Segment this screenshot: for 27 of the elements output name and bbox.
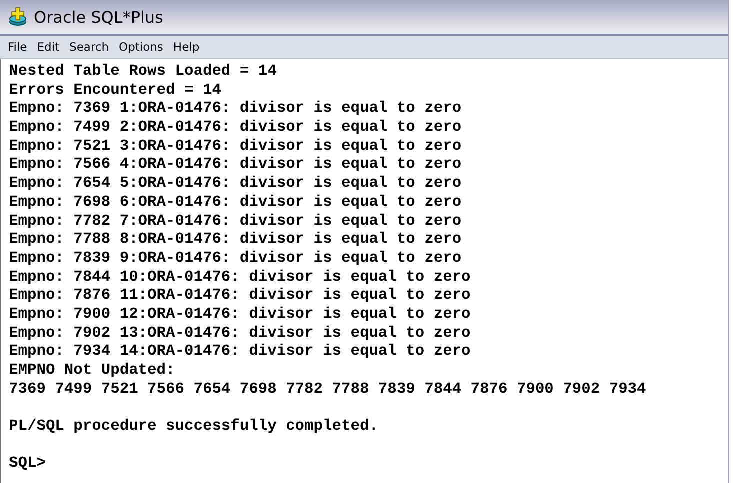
database-icon [8,7,28,27]
output-line: Empno: 7844 10:ORA-01476: divisor is equal to zero [9,268,471,286]
output-line: Empno: 7782 7:ORA-01476: divisor is equal to zero [9,212,462,230]
menu-item[interactable]: Help [173,40,200,54]
output-line: PL/SQL procedure successfully completed. [9,417,378,436]
output-line: Empno: 7369 1:ORA-01476: divisor is equal to zero [9,99,462,118]
output-line: Nested Table Rows Loaded = 14 [9,62,277,81]
output-line: EMPNO Not Updated: [9,361,176,380]
output-line: Empno: 7698 6:ORA-01476: divisor is equal to zero [9,192,462,212]
output-line: Empno: 7521 3:ORA-01476: divisor is equal to zero [9,136,462,156]
output-line: Empno: 7902 13:ORA-01476: divisor is equal to zero [9,324,471,342]
output-line: Empno: 7654 5:ORA-01476: divisor is equal to zero [9,174,462,193]
menu-item[interactable]: File [8,40,28,54]
menu-item[interactable]: Options [119,40,164,54]
output-line: Empno: 7499 2:ORA-01476: divisor is equal to zero [9,118,462,137]
menu-item[interactable]: Search [70,40,110,54]
output-line: Empno: 7934 14:ORA-01476: divisor is equal to zero [9,342,471,361]
output-line: Errors Encountered = 14 [9,80,222,100]
output-line: Empno: 7788 8:ORA-01476: divisor is equal to zero [9,230,462,249]
output-line: SQL> [9,454,46,474]
output-line: Empno: 7839 9:ORA-01476: divisor is equal to zero [9,248,462,268]
window-title: Oracle SQL*Plus [34,8,164,26]
output-line: 7369 7499 7521 7566 7654 7698 7782 7788 7839 7844 7876 7900 7902 7934 [9,380,646,398]
output-line: Empno: 7900 12:ORA-01476: divisor is equal to zero [9,304,471,324]
menu-item[interactable]: Edit [37,40,60,54]
output-line: Empno: 7876 11:ORA-01476: divisor is equal to zero [9,286,471,305]
output-line: Empno: 7566 4:ORA-01476: divisor is equal to zero [9,155,462,174]
